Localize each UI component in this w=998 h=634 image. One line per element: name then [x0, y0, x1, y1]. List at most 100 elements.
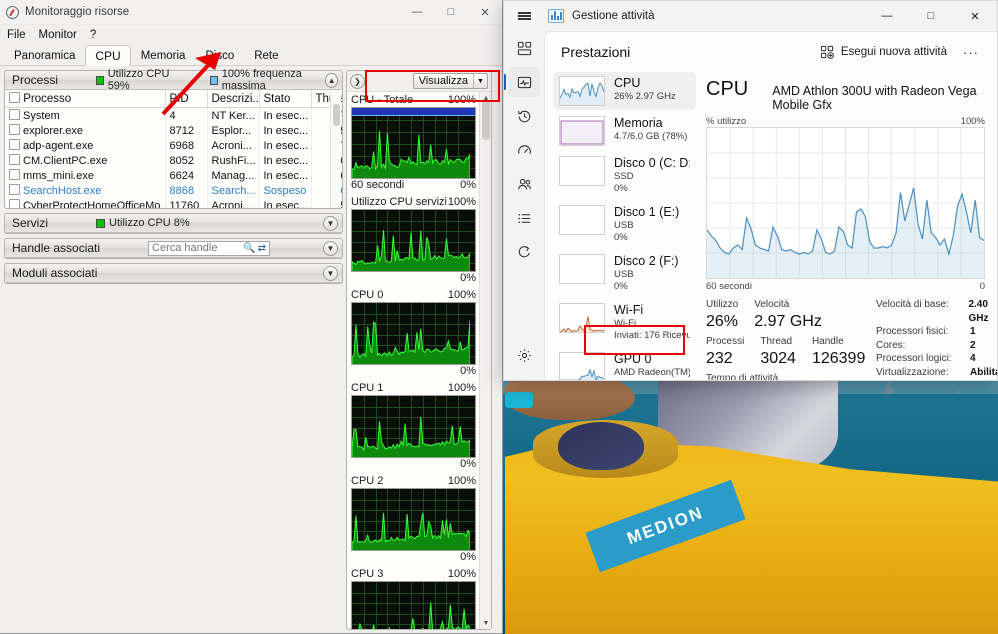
processes-vertical-scrollbar[interactable]	[330, 90, 341, 208]
graph-canvas	[351, 302, 476, 365]
minimize-button[interactable]: —	[400, 0, 434, 25]
sidebar-item-disco-0-c-d[interactable]: Disco 0 (C: D:) SSD 0%	[553, 152, 696, 199]
resource-sub2: Inviati: 176 Ricevuti: 128	[614, 330, 690, 341]
taskmgr-title-bar[interactable]: Gestione attività — □ ✕	[504, 1, 997, 31]
minimize-button[interactable]: —	[865, 1, 909, 31]
scrollbar-thumb[interactable]	[333, 104, 340, 126]
processes-panel-header[interactable]: Processi Utilizzo CPU 59% 100% frequenza…	[5, 68, 342, 92]
spec-value: 192 KB	[970, 379, 997, 380]
cell-stato: Sospeso	[259, 183, 312, 198]
collapse-panel-arrow-icon[interactable]: ❯	[350, 73, 365, 89]
table-row[interactable]: CyberProtectHomeOfficeMo... 11760 Acroni..…	[5, 198, 342, 208]
stats-row: Tempo di attività 1:05:45:37	[706, 372, 876, 380]
processes-table-scroll[interactable]: Processo PID Descrizi... Stato Thread CP…	[5, 90, 342, 208]
col-descrizione[interactable]: Descrizi...	[207, 90, 260, 108]
services-panel-header[interactable]: Servizi Utilizzo CPU 8% ▼	[5, 214, 342, 233]
mini-sparkline	[560, 120, 604, 145]
menu-file[interactable]: File	[7, 29, 26, 41]
menu-help[interactable]: ?	[90, 29, 96, 41]
resource-name: Disco 1 (E:)	[614, 205, 680, 219]
filter-icon[interactable]: ⇄	[258, 243, 266, 254]
table-row[interactable]: SearchHost.exe8868Search...Sospeso6600.0…	[5, 183, 342, 198]
table-row[interactable]: explorer.exe8712Esplor...In esec...19331…	[5, 123, 342, 138]
task-manager-window[interactable]: Gestione attività — □ ✕ Prestazioni Eseg…	[503, 0, 998, 381]
sidebar-item-services[interactable]	[508, 237, 540, 267]
handle-search-box[interactable]: Cerca handle 🔍 ⇄	[148, 240, 271, 256]
graph-min: 0%	[460, 365, 476, 377]
stat-handle: Handle 126399	[812, 335, 865, 369]
sidebar-item-wi-fi[interactable]: Wi-FiWi-FiInviati: 176 Ricevuti: 128	[553, 299, 696, 346]
modules-panel-header[interactable]: Moduli associati ▼	[5, 264, 342, 283]
stat-value: 2.97 GHz	[754, 313, 822, 330]
expand-chevron-down-icon[interactable]: ▼	[323, 240, 338, 256]
tab-memoria[interactable]: Memoria	[131, 47, 196, 65]
resource-monitor-window[interactable]: Monitoraggio risorse — □ ✕ File Monitor …	[0, 0, 503, 634]
tab-panoramica[interactable]: Panoramica	[4, 47, 85, 65]
menu-monitor[interactable]: Monitor	[39, 29, 77, 41]
collapse-chevron-up-icon[interactable]: ▲	[325, 72, 338, 88]
handle-search-input[interactable]: Cerca handle	[152, 242, 241, 254]
spec-label: Processori fisici:	[876, 326, 949, 337]
resmon-title-bar[interactable]: Monitoraggio risorse — □ ✕	[0, 0, 502, 25]
close-button[interactable]: ✕	[468, 0, 502, 25]
sidebar-item-cpu[interactable]: CPU 26% 2.97 GHz	[553, 72, 696, 110]
run-new-task-button[interactable]: Esegui nuova attività	[812, 41, 955, 63]
sidebar-item-performance[interactable]	[504, 67, 540, 97]
handles-panel-header[interactable]: Handle associati Cerca handle 🔍 ⇄ ▼	[5, 239, 342, 258]
table-row[interactable]: mms_mini.exe6624Manag...In esec...6600.0…	[5, 168, 342, 183]
graph-footer-row: 0%	[351, 458, 476, 471]
sidebar-item-processes[interactable]	[508, 33, 540, 63]
scroll-down-arrow-icon[interactable]: ▼	[480, 617, 491, 629]
chevron-down-icon[interactable]: ▼	[473, 74, 487, 88]
graph-canvas	[351, 395, 476, 458]
row-checkbox[interactable]	[9, 109, 20, 120]
more-options-button[interactable]: ···	[955, 43, 987, 62]
row-checkbox[interactable]	[9, 139, 20, 150]
close-button[interactable]: ✕	[953, 1, 997, 31]
resource-thumbnail	[559, 254, 605, 284]
visualizza-dropdown[interactable]: Visualizza ▼	[412, 73, 488, 89]
spec-row: Cache L1:192 KB	[876, 379, 997, 380]
col-processo[interactable]: Processo	[5, 90, 166, 108]
table-row[interactable]: adp-agent.exe6968Acroni...In esec...7200…	[5, 138, 342, 153]
search-icon[interactable]: 🔍	[243, 243, 255, 254]
row-checkbox[interactable]	[9, 169, 20, 180]
sidebar-item-users[interactable]	[508, 169, 540, 199]
row-checkbox[interactable]	[9, 154, 20, 165]
chart-axis-bottom: 60 secondi 0	[706, 281, 985, 292]
tab-rete[interactable]: Rete	[244, 47, 288, 65]
expand-chevron-down-icon[interactable]: ▼	[323, 265, 338, 281]
maximize-button[interactable]: □	[909, 1, 953, 31]
wristband	[505, 392, 533, 408]
taskmgr-window-title: Gestione attività	[572, 10, 655, 22]
sidebar-item-startup-apps[interactable]	[508, 135, 540, 165]
expand-chevron-down-icon[interactable]: ▼	[323, 215, 338, 231]
tab-disco[interactable]: Disco	[195, 47, 244, 65]
hamburger-menu-icon[interactable]	[504, 1, 544, 31]
sidebar-item-disco-2-f[interactable]: Disco 2 (F:) USB 0%	[553, 250, 696, 297]
maximize-button[interactable]: □	[434, 0, 468, 25]
cpu-graph-block: CPU 0 100% 0%	[351, 289, 476, 378]
sidebar-item-settings[interactable]	[508, 340, 540, 370]
taskmgr-command-bar: Prestazioni Esegui nuova attività ···	[545, 32, 997, 72]
cell-pid: 4	[165, 107, 208, 123]
col-stato[interactable]: Stato	[259, 90, 312, 108]
resource-list[interactable]: CPU 26% 2.97 GHz Memoria 4.7/6.0 GB (78%) Di…	[545, 72, 700, 380]
graphs-scrollbar-thumb[interactable]	[482, 100, 490, 140]
col-pid[interactable]: PID	[165, 90, 208, 108]
table-row[interactable]: CM.ClientPC.exe8052RushFi...In esec...66…	[5, 153, 342, 168]
row-checkbox[interactable]	[9, 124, 20, 135]
sidebar-item-gpu-0[interactable]: GPU 0AMD Radeon(TM) ...6% (77 °C)	[553, 348, 696, 380]
row-checkbox[interactable]	[9, 199, 20, 208]
select-all-checkbox[interactable]	[9, 92, 20, 103]
table-row[interactable]: System4NT Ker...In esec...27231.87	[5, 107, 342, 123]
sidebar-item-app-history[interactable]	[508, 101, 540, 131]
tab-cpu[interactable]: CPU	[85, 45, 131, 66]
spec-label: Cache L1:	[876, 379, 970, 380]
sidebar-item-memoria[interactable]: Memoria 4.7/6.0 GB (78%)	[553, 112, 696, 150]
sidebar-item-details[interactable]	[508, 203, 540, 233]
graph-max: 100%	[447, 289, 476, 301]
row-checkbox[interactable]	[9, 184, 20, 195]
sidebar-item-disco-1-e[interactable]: Disco 1 (E:) USB 0%	[553, 201, 696, 248]
graphs-scrollbar[interactable]: ▲ ▼	[479, 92, 491, 629]
